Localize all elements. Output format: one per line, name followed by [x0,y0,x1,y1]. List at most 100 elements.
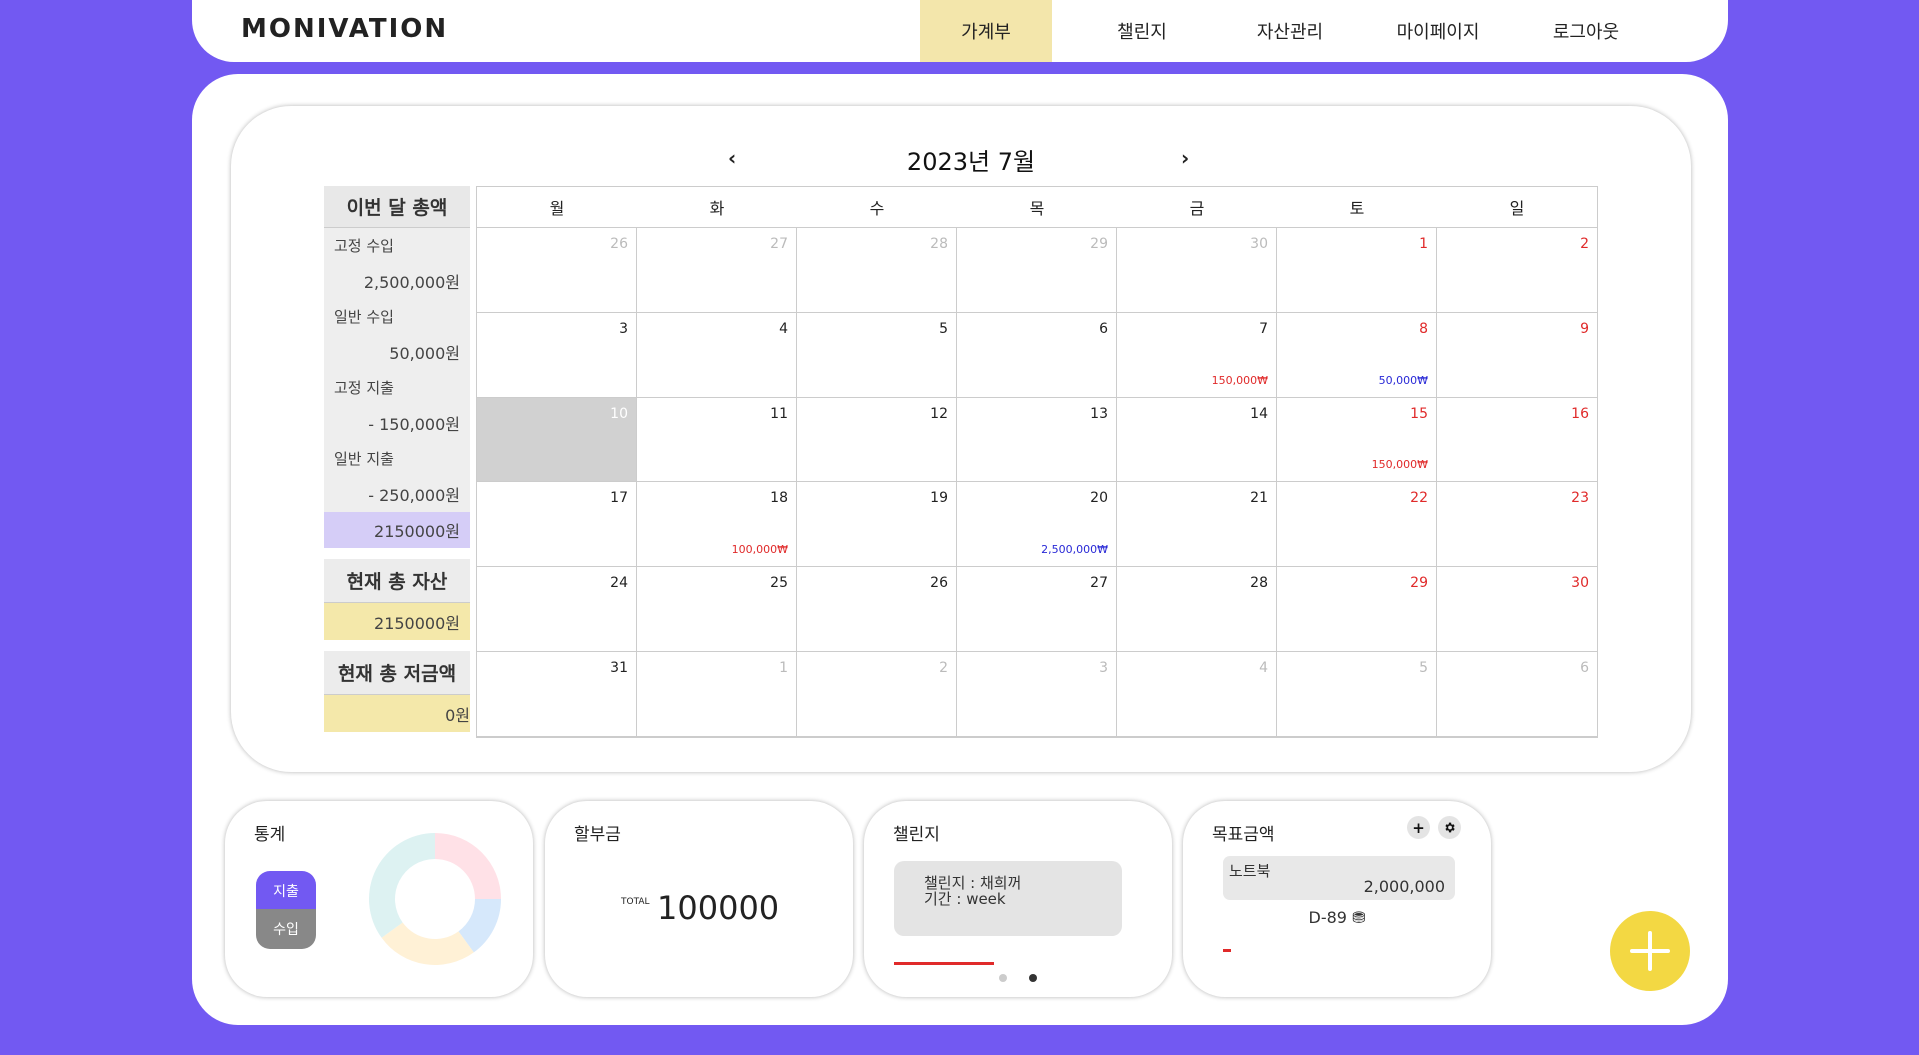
calendar-day-cell[interactable]: 7 150,000₩ [1117,312,1277,398]
calendar-day-cell[interactable]: 27 [957,567,1117,652]
day-number: 27 [770,236,788,252]
calendar-day-cell[interactable]: 6 [957,312,1117,398]
calendar-day-cell[interactable]: 13 [957,397,1117,483]
installment-total-label: TOTAL [621,897,650,907]
day-number: 14 [1250,405,1268,422]
carousel-dot-2[interactable] [1029,974,1037,982]
goal-item[interactable]: 노트북 2,000,000 [1223,856,1455,900]
calendar-day-cell[interactable]: 9 [1437,313,1597,398]
day-number: 2 [1580,236,1589,252]
calendar-day-cell[interactable]: 24 [477,567,637,652]
day-number: 20 [1090,490,1108,507]
calendar-day-cell[interactable]: 18 100,000₩ [637,482,797,568]
next-month-button[interactable]: › [1181,146,1189,170]
plus-icon: + [1412,818,1425,837]
calendar-day-cell[interactable]: 1 [1277,228,1437,313]
calendar-day-cell[interactable]: 23 [1437,482,1597,568]
total-assets-box: 현재 총 자산 2150000원 [324,559,470,640]
general-expense-label: 일반 지출 [334,450,394,468]
day-number: 12 [930,405,948,422]
nav-assets[interactable]: 자산관리 [1216,0,1364,62]
day-number: 28 [930,236,948,252]
nav-mypage[interactable]: 마이페이지 [1364,0,1512,62]
summary-title: 이번 달 총액 [324,186,470,228]
calendar-day-cell[interactable]: 25 [637,567,797,652]
calendar-day-cell[interactable]: 31 [477,651,637,737]
calendar-day-cell[interactable]: 14 [1117,397,1277,483]
calendar-day-cell[interactable]: 11 [637,397,797,483]
calendar-day-cell[interactable]: 16 [1437,398,1597,483]
donut-slice [435,833,501,899]
calendar-day-cell[interactable]: 26 [477,228,637,313]
calendar-day-cell[interactable]: 4 [1117,651,1277,737]
day-number: 6 [1580,659,1589,676]
day-number: 30 [1571,575,1589,592]
calendar-day-cell[interactable]: 29 [1277,567,1437,652]
goal-dday-text: D-89 [1308,908,1347,927]
expense-amount: 150,000₩ [1371,458,1428,472]
calendar-day-cell[interactable]: 5 [1277,651,1437,737]
challenge-name: 챌린지 : 채희꺼 [924,874,1022,892]
calendar-day-cell[interactable]: 10 [477,397,637,483]
weekday-mon: 월 [549,199,565,218]
day-number: 5 [939,320,948,337]
calendar-day-cell[interactable]: 29 [957,228,1117,313]
challenge-title: 챌린지 [893,825,940,845]
goal-item-amount: 2,000,000 [1363,877,1445,896]
calendar-day-cell[interactable]: 1 [637,651,797,737]
calendar-day-cell[interactable]: 6 [1437,652,1597,737]
main-nav: 가계부 챌린지 자산관리 마이페이지 로그아웃 [920,0,1660,62]
day-number: 15 [1410,405,1428,422]
calendar-day-cell[interactable]: 28 [1117,567,1277,652]
income-tab[interactable]: 수입 [256,909,316,949]
day-number: 4 [1259,659,1268,676]
nav-ledger[interactable]: 가계부 [920,0,1052,62]
summary-body: 고정 수입 2,500,000원 일반 수입 50,000원 고정 지출 - 1… [324,228,470,512]
challenge-progress-bar [894,962,994,965]
nav-challenge[interactable]: 챌린지 [1068,0,1216,62]
logo[interactable]: MONIVATION [241,14,448,44]
challenge-widget: 챌린지 챌린지 : 채희꺼 기간 : week [864,801,1172,997]
stats-title: 통계 [254,825,286,845]
total-savings-value: 0원 [324,695,470,732]
day-number: 11 [770,405,788,422]
expense-tab[interactable]: 지출 [256,871,316,911]
calendar-day-cell[interactable]: 30 [1437,567,1597,652]
add-entry-fab[interactable] [1610,911,1690,991]
day-number: 1 [779,659,788,676]
day-number: 13 [1090,405,1108,422]
calendar-day-cell[interactable]: 26 [797,567,957,652]
calendar-day-cell[interactable]: 28 [797,228,957,313]
nav-logout[interactable]: 로그아웃 [1512,0,1660,62]
day-number: 26 [610,236,628,252]
installment-title: 할부금 [574,825,621,845]
day-number: 25 [770,575,788,592]
total-assets-title: 현재 총 자산 [324,559,470,603]
goal-settings-button[interactable] [1438,816,1461,839]
stats-donut-chart [369,833,501,965]
challenge-card[interactable]: 챌린지 : 채희꺼 기간 : week [894,861,1122,936]
calendar-day-cell[interactable]: 3 [957,651,1117,737]
calendar-day-cell[interactable]: 30 [1117,228,1277,313]
calendar-day-cell[interactable]: 8 50,000₩ [1277,312,1437,398]
calendar-day-cell[interactable]: 20 2,500,000₩ [957,482,1117,568]
calendar-day-cell[interactable]: 27 [637,228,797,313]
calendar-day-cell[interactable]: 19 [797,482,957,568]
calendar-day-cell[interactable]: 21 [1117,482,1277,568]
calendar-day-cell[interactable]: 3 [477,312,637,398]
calendar-day-cell[interactable]: 15 150,000₩ [1277,397,1437,483]
carousel-dot-1[interactable] [999,974,1007,982]
expense-amount: 100,000₩ [731,543,788,557]
calendar-day-cell[interactable]: 5 [797,312,957,398]
add-goal-button[interactable]: + [1407,816,1430,839]
calendar-card: ‹ 2023년 7월 › 이번 달 총액 고정 수입 2,500,000원 일반… [231,106,1691,772]
calendar-day-cell[interactable]: 12 [797,397,957,483]
day-number: 1 [1419,236,1428,252]
calendar-day-cell[interactable]: 2 [797,651,957,737]
fixed-income-label: 고정 수입 [334,237,394,255]
monthly-summary: 이번 달 총액 고정 수입 2,500,000원 일반 수입 50,000원 고… [324,186,470,732]
calendar-day-cell[interactable]: 22 [1277,482,1437,568]
calendar-day-cell[interactable]: 2 [1437,228,1597,313]
calendar-day-cell[interactable]: 17 [477,482,637,568]
calendar-day-cell[interactable]: 4 [637,312,797,398]
